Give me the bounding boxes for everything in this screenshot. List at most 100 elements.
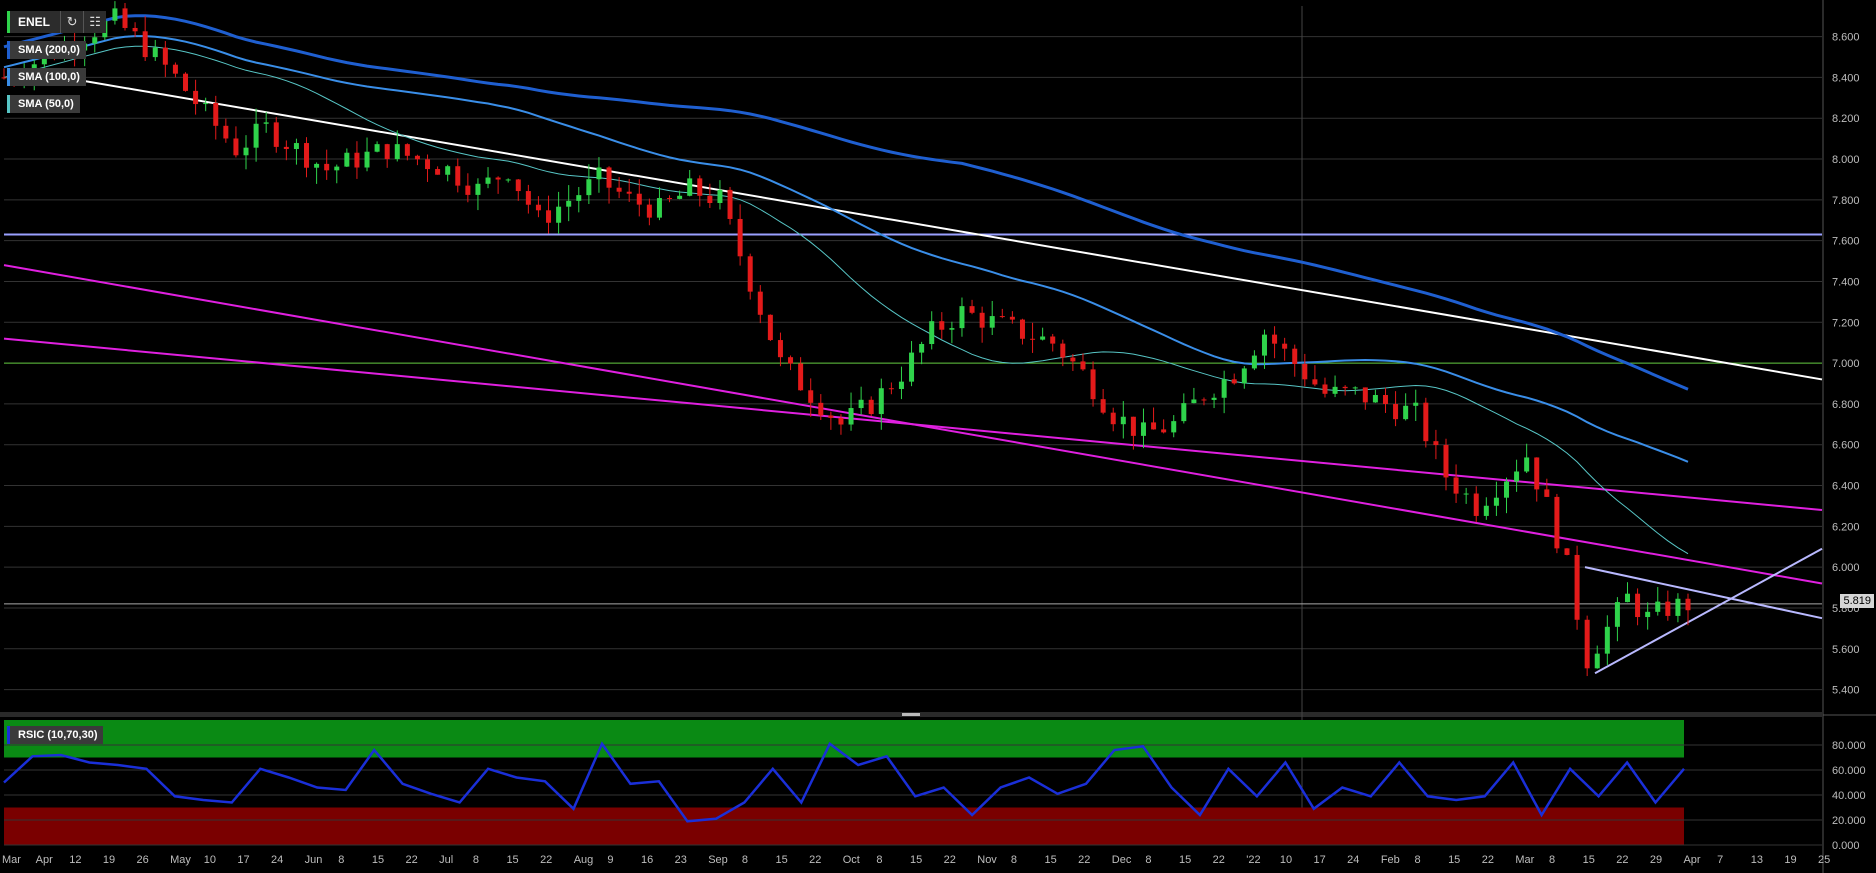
- price-tick-label: 7.200: [1832, 317, 1860, 329]
- candle-body: [727, 189, 733, 219]
- candle-body: [1201, 399, 1207, 401]
- candle-body: [152, 47, 158, 58]
- x-tick-label: 8: [1549, 854, 1555, 866]
- rsi-tick-label: 40.000: [1832, 790, 1866, 802]
- candle-body: [1604, 626, 1610, 654]
- x-tick-label: 8: [473, 854, 479, 866]
- candle-body: [1261, 334, 1267, 356]
- candle-body: [435, 169, 441, 175]
- candle-body: [1362, 387, 1368, 403]
- legend-rsi[interactable]: RSIC (10,70,30): [7, 726, 104, 744]
- candle-body: [1574, 554, 1580, 620]
- candle-body: [1161, 429, 1167, 433]
- candle-body: [777, 340, 783, 358]
- x-tick-label: 8: [742, 854, 748, 866]
- candle-body: [1382, 395, 1388, 404]
- candle-body: [92, 37, 98, 44]
- candle-body: [1040, 336, 1046, 340]
- candle-body: [808, 390, 814, 403]
- candle-body: [324, 163, 330, 171]
- candle-body: [586, 179, 592, 196]
- price-tick-label: 8.600: [1832, 32, 1860, 44]
- candle-body: [1332, 386, 1338, 394]
- x-tick-label: 17: [1314, 854, 1326, 866]
- candle-body: [959, 306, 965, 329]
- candle-body: [1624, 593, 1630, 603]
- candle-body: [112, 8, 118, 21]
- candle-body: [535, 204, 541, 211]
- candle-body: [1272, 334, 1278, 344]
- candle-body: [1292, 348, 1298, 364]
- x-tick-label: 23: [675, 854, 687, 866]
- x-tick-label: 8: [876, 854, 882, 866]
- x-tick-label: 9: [607, 854, 613, 866]
- x-tick-label: 26: [137, 854, 149, 866]
- x-tick-label: 22: [1616, 854, 1628, 866]
- x-tick-label: 15: [1448, 854, 1460, 866]
- x-tick-label: 15: [1045, 854, 1057, 866]
- candle-body: [1, 77, 7, 79]
- candle-body: [525, 191, 531, 205]
- x-tick-label: 8: [1145, 854, 1151, 866]
- candle-body: [193, 90, 199, 105]
- refresh-icon[interactable]: ↻: [60, 11, 84, 33]
- candle-body: [1019, 319, 1025, 339]
- candle-body: [1080, 361, 1086, 370]
- candle-body: [465, 185, 471, 195]
- candle-body: [949, 328, 955, 330]
- splitter-handle: [902, 713, 920, 716]
- candle-body: [1554, 496, 1560, 549]
- x-tick-label: Sep: [708, 854, 728, 866]
- candle-body: [1171, 421, 1177, 433]
- candle-body: [707, 195, 713, 203]
- candle-body: [283, 146, 289, 150]
- candle-body: [1393, 403, 1399, 420]
- bars-icon[interactable]: ☷: [83, 11, 107, 33]
- candle-body: [1251, 355, 1257, 369]
- legend-sma50[interactable]: SMA (50,0): [7, 95, 80, 113]
- candle-body: [1423, 402, 1429, 442]
- candle-body: [314, 163, 320, 168]
- candle-body: [1524, 457, 1530, 472]
- candle-body: [1665, 601, 1671, 616]
- candle-body: [1322, 384, 1328, 394]
- candle-body: [677, 195, 683, 199]
- candle-body: [505, 179, 511, 181]
- ticker-symbol[interactable]: ENEL: [7, 11, 61, 33]
- stock-chart[interactable]: 8.600 8.400 8.200 8.000 7.800 7.600 7.400 7.200…: [0, 0, 1876, 873]
- candle-body: [142, 31, 148, 58]
- candle-body: [888, 388, 894, 390]
- candle-body: [757, 291, 763, 315]
- candle-body: [636, 193, 642, 205]
- candle-body: [1030, 338, 1036, 340]
- x-tick-label: 19: [1784, 854, 1796, 866]
- x-tick-label: May: [170, 854, 191, 866]
- candle-body: [1151, 422, 1157, 430]
- price-tick-label: 8.200: [1832, 113, 1860, 125]
- legend-sma100[interactable]: SMA (100,0): [7, 68, 86, 86]
- last-price-tag: 5.819: [1840, 594, 1874, 608]
- rsi-tick-label: 20.000: [1832, 815, 1866, 827]
- candle-body: [1282, 343, 1288, 349]
- candle-body: [1463, 493, 1469, 495]
- rsi-tick-label: 80.000: [1832, 740, 1866, 752]
- legend-sma200[interactable]: SMA (200,0): [7, 41, 86, 59]
- candle-body: [394, 144, 400, 160]
- x-tick-label: 22: [406, 854, 418, 866]
- candle-body: [1584, 619, 1590, 669]
- x-tick-label: 15: [1583, 854, 1595, 866]
- ticker-toolbar: ENEL ↻ ☷: [7, 11, 107, 33]
- candle-body: [1191, 399, 1197, 404]
- candle-body: [929, 321, 935, 345]
- price-tick-label: 5.400: [1832, 685, 1860, 697]
- x-tick-label: Mar: [1515, 854, 1534, 866]
- x-tick-label: 15: [1179, 854, 1191, 866]
- price-tick-label: 7.000: [1832, 358, 1860, 370]
- x-tick-label: 24: [1347, 854, 1359, 866]
- x-tick-label: 8: [1414, 854, 1420, 866]
- candle-body: [1403, 405, 1409, 420]
- x-tick-label: 15: [775, 854, 787, 866]
- price-tick-label: 6.800: [1832, 399, 1860, 411]
- candle-body: [818, 402, 824, 416]
- candle-body: [1302, 363, 1308, 380]
